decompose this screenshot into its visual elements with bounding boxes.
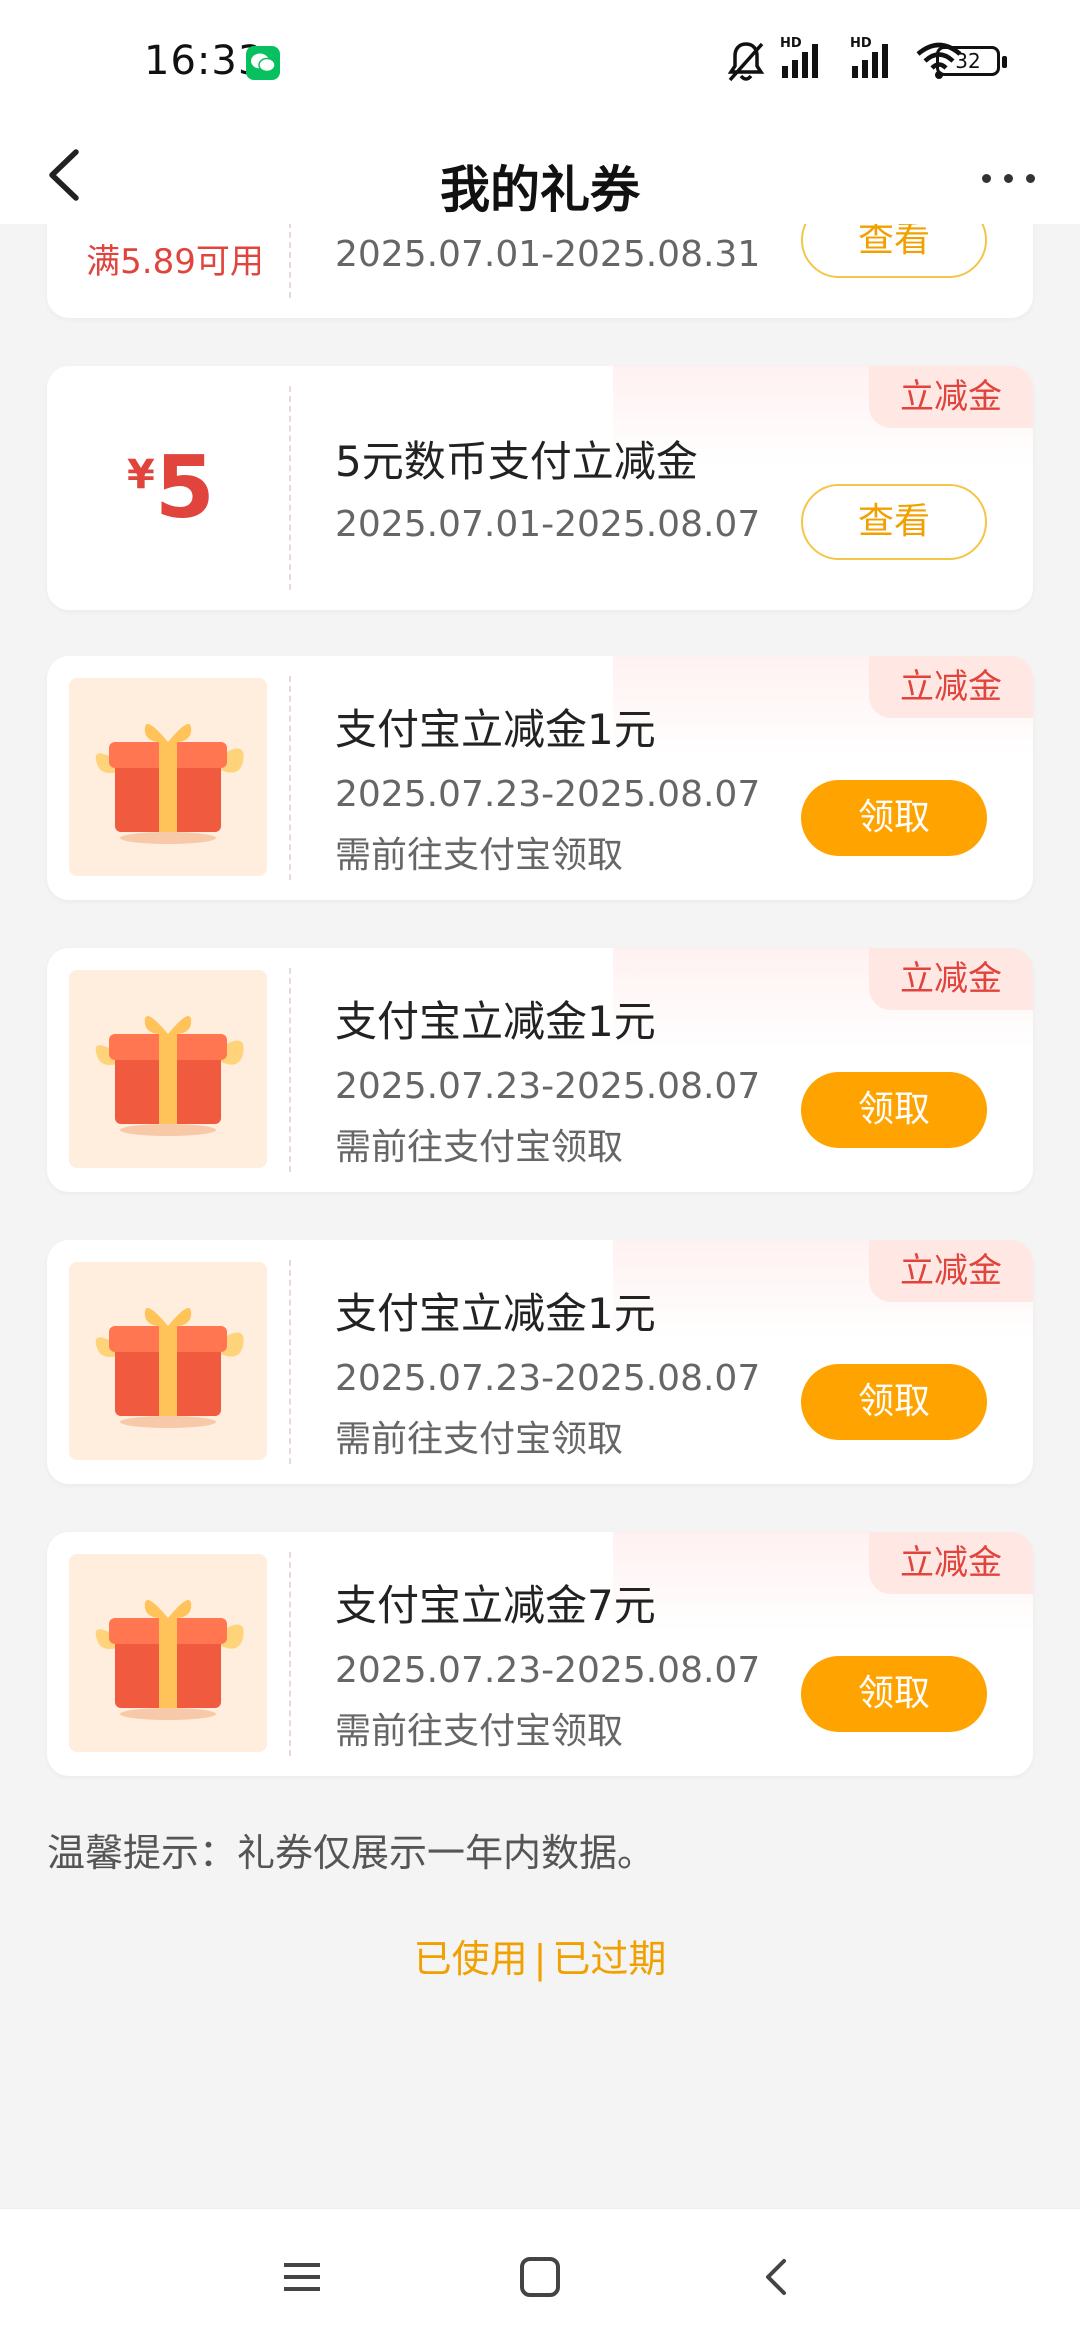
used-link[interactable]: 已使用 <box>414 1937 528 1981</box>
system-back-button[interactable] <box>748 2247 808 2307</box>
signal-icon <box>782 44 818 78</box>
coupon-date: 2025.07.01-2025.08.07 <box>335 504 761 545</box>
coupon-type-tag: 立减金 <box>869 656 1033 718</box>
coupon-date: 2025.07.23-2025.08.07 <box>335 1650 761 1691</box>
more-dots-icon <box>1004 174 1013 183</box>
menu-button[interactable] <box>272 2247 332 2307</box>
coupon-note: 需前往支付宝领取 <box>335 1711 624 1752</box>
battery-icon: 32 <box>936 46 1007 76</box>
card-divider <box>289 968 291 1172</box>
claim-button[interactable]: 领取 <box>801 780 987 856</box>
mute-icon <box>727 42 765 82</box>
view-button[interactable]: 查看 <box>801 224 987 278</box>
history-links: 已使用 | 已过期 <box>0 1928 1080 1983</box>
coupon-amount: ¥5 <box>127 438 267 538</box>
coupon-title: 5元数币支付立减金 <box>335 437 698 486</box>
coupon-note: 需前往支付宝领取 <box>335 835 624 876</box>
card-divider <box>289 1552 291 1756</box>
amount-value: 5 <box>154 438 215 538</box>
coupon-note: 需前往支付宝领取 <box>335 1419 624 1460</box>
expired-link[interactable]: 已过期 <box>552 1937 666 1981</box>
home-square-icon <box>520 2257 560 2297</box>
status-bar: 16:33 HD HD 32 <box>0 0 1080 128</box>
status-icons: HD HD 32 <box>660 36 1080 88</box>
claim-button[interactable]: 领取 <box>801 1072 987 1148</box>
coupon-title: 支付宝立减金1元 <box>335 997 656 1046</box>
coupon-date: 2025.07.23-2025.08.07 <box>335 774 761 815</box>
coupon-title: 支付宝立减金1元 <box>335 705 656 754</box>
card-divider <box>289 1260 291 1464</box>
signal-icon <box>852 44 888 78</box>
card-divider <box>289 386 291 590</box>
coupon-card: 立减金 支付宝立减金1元 2025.07.23-2025.08.07 需前往支付… <box>47 948 1033 1192</box>
view-button[interactable]: 查看 <box>801 484 987 560</box>
coupon-date: 2025.07.23-2025.08.07 <box>335 1358 761 1399</box>
coupon-type-tag: 立减金 <box>869 1240 1033 1302</box>
coupon-type-tag: 立减金 <box>869 366 1033 428</box>
coupon-card: 立减金 支付宝立减金7元 2025.07.23-2025.08.07 需前往支付… <box>47 1532 1033 1776</box>
gift-icon <box>69 1554 267 1752</box>
claim-button[interactable]: 领取 <box>801 1364 987 1440</box>
gift-icon <box>69 1262 267 1460</box>
coupon-card: 满5.89可用 2025.07.01-2025.08.31 查看 <box>47 224 1033 318</box>
tip-text: 温馨提示：礼券仅展示一年内数据。 <box>47 1831 656 1875</box>
claim-button[interactable]: 领取 <box>801 1656 987 1732</box>
coupon-date: 2025.07.01-2025.08.31 <box>335 234 761 275</box>
card-divider <box>289 676 291 880</box>
system-nav-bar <box>0 2208 1080 2340</box>
app-header: 我的礼券 <box>0 128 1080 224</box>
gift-icon <box>69 970 267 1168</box>
coupon-list[interactable]: 满5.89可用 2025.07.01-2025.08.31 查看 立减金 ¥5 … <box>0 224 1080 2208</box>
menu-icon <box>284 2263 320 2291</box>
card-divider <box>289 224 291 298</box>
back-triangle-icon <box>766 2259 786 2295</box>
coupon-threshold: 满5.89可用 <box>86 242 264 282</box>
wechat-icon <box>246 46 280 80</box>
coupon-title: 支付宝立减金1元 <box>335 1289 656 1338</box>
home-button[interactable] <box>510 2247 570 2307</box>
coupon-type-tag: 立减金 <box>869 1532 1033 1594</box>
page-title: 我的礼券 <box>440 161 640 219</box>
link-separator: | <box>533 1937 547 1981</box>
coupon-card: 立减金 ¥5 5元数币支付立减金 2025.07.01-2025.08.07 查… <box>47 366 1033 610</box>
coupon-card: 立减金 支付宝立减金1元 2025.07.23-2025.08.07 需前往支付… <box>47 1240 1033 1484</box>
more-button[interactable] <box>974 146 1044 206</box>
coupon-card: 立减金 支付宝立减金1元 2025.07.23-2025.08.07 需前往支付… <box>47 656 1033 900</box>
coupon-title: 支付宝立减金7元 <box>335 1581 656 1630</box>
coupon-date: 2025.07.23-2025.08.07 <box>335 1066 761 1107</box>
more-dots-icon <box>982 174 991 183</box>
currency-symbol: ¥ <box>127 452 155 498</box>
coupon-type-tag: 立减金 <box>869 948 1033 1010</box>
coupon-note: 需前往支付宝领取 <box>335 1127 624 1168</box>
gift-icon <box>69 678 267 876</box>
more-dots-icon <box>1026 174 1035 183</box>
